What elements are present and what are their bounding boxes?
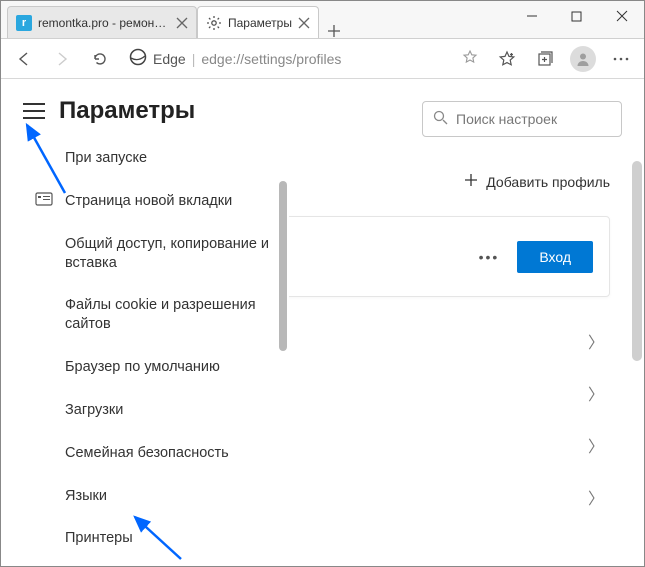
sidebar-scrollbar[interactable] (279, 137, 287, 548)
minimize-button[interactable] (509, 1, 554, 31)
engine-label: Edge (153, 51, 186, 67)
chevron-right-icon: 〉 (588, 433, 604, 457)
profile-button[interactable] (566, 42, 600, 76)
url-text: edge://settings/profiles (201, 51, 341, 67)
menu-button[interactable] (604, 42, 638, 76)
favorites-button[interactable] (490, 42, 524, 76)
plus-icon (464, 173, 478, 190)
settings-search[interactable]: Поиск настроек (422, 101, 622, 137)
sidebar-item-default-browser[interactable]: Браузер по умолчанию (65, 346, 275, 389)
close-button[interactable] (599, 1, 644, 31)
tab-title: Параметры (228, 16, 292, 30)
newtab-icon (35, 192, 53, 206)
chevron-right-icon: 〉 (588, 485, 604, 509)
edge-logo-icon (129, 48, 147, 69)
add-profile-label: Добавить профиль (486, 174, 610, 190)
toolbar: Edge | edge://settings/profiles (1, 39, 644, 79)
login-button[interactable]: Вход (517, 241, 593, 273)
sidebar-item-languages[interactable]: Языки (65, 475, 275, 518)
forward-button[interactable] (45, 42, 79, 76)
tab-remontka[interactable]: r remontka.pro - ремонт ко (7, 6, 197, 38)
sidebar-header: Параметры (13, 81, 289, 137)
close-icon[interactable] (176, 17, 188, 29)
avatar-icon (570, 46, 596, 72)
search-icon (433, 110, 448, 128)
content-area: Поиск настроек Добавить профиль ровать д… (1, 79, 644, 566)
settings-sidebar: Параметры При запуске Страница новой вкл… (13, 81, 289, 558)
separator: | (192, 51, 196, 67)
favicon-remontka: r (16, 15, 32, 31)
sidebar-list: При запуске Страница новой вкладки Общий… (13, 137, 289, 548)
address-bar[interactable]: Edge | edge://settings/profiles (121, 44, 486, 74)
star-add-icon[interactable] (462, 49, 478, 68)
collections-button[interactable] (528, 42, 562, 76)
more-icon[interactable]: ••• (473, 249, 506, 265)
refresh-button[interactable] (83, 42, 117, 76)
sidebar-item-printers[interactable]: Принтеры (65, 517, 275, 548)
sidebar-item-cookies[interactable]: Файлы cookie и разрешения сайтов (65, 284, 275, 346)
search-placeholder: Поиск настроек (456, 111, 557, 127)
hamburger-icon[interactable] (23, 103, 45, 119)
tab-settings[interactable]: Параметры (197, 6, 319, 38)
sidebar-item-share[interactable]: Общий доступ, копирование и вставка (65, 223, 275, 285)
tab-title: remontka.pro - ремонт ко (38, 16, 170, 30)
window-controls (509, 1, 644, 38)
chevron-right-icon: 〉 (588, 381, 604, 405)
new-tab-button[interactable] (319, 24, 349, 38)
sidebar-title: Параметры (59, 97, 195, 125)
back-button[interactable] (7, 42, 41, 76)
tab-strip: r remontka.pro - ремонт ко Параметры (1, 1, 509, 38)
scrollbar-thumb[interactable] (632, 161, 642, 361)
sidebar-item-newtab[interactable]: Страница новой вкладки (65, 180, 275, 223)
titlebar: r remontka.pro - ремонт ко Параметры (1, 1, 644, 39)
maximize-button[interactable] (554, 1, 599, 31)
main-scrollbar[interactable] (632, 161, 642, 561)
sidebar-item-downloads[interactable]: Загрузки (65, 389, 275, 432)
sidebar-item-startup[interactable]: При запуске (65, 137, 275, 180)
close-icon[interactable] (298, 17, 310, 29)
gear-icon (206, 15, 222, 31)
chevron-right-icon: 〉 (588, 329, 604, 353)
sidebar-item-family[interactable]: Семейная безопасность (65, 432, 275, 475)
scrollbar-thumb[interactable] (279, 181, 287, 351)
